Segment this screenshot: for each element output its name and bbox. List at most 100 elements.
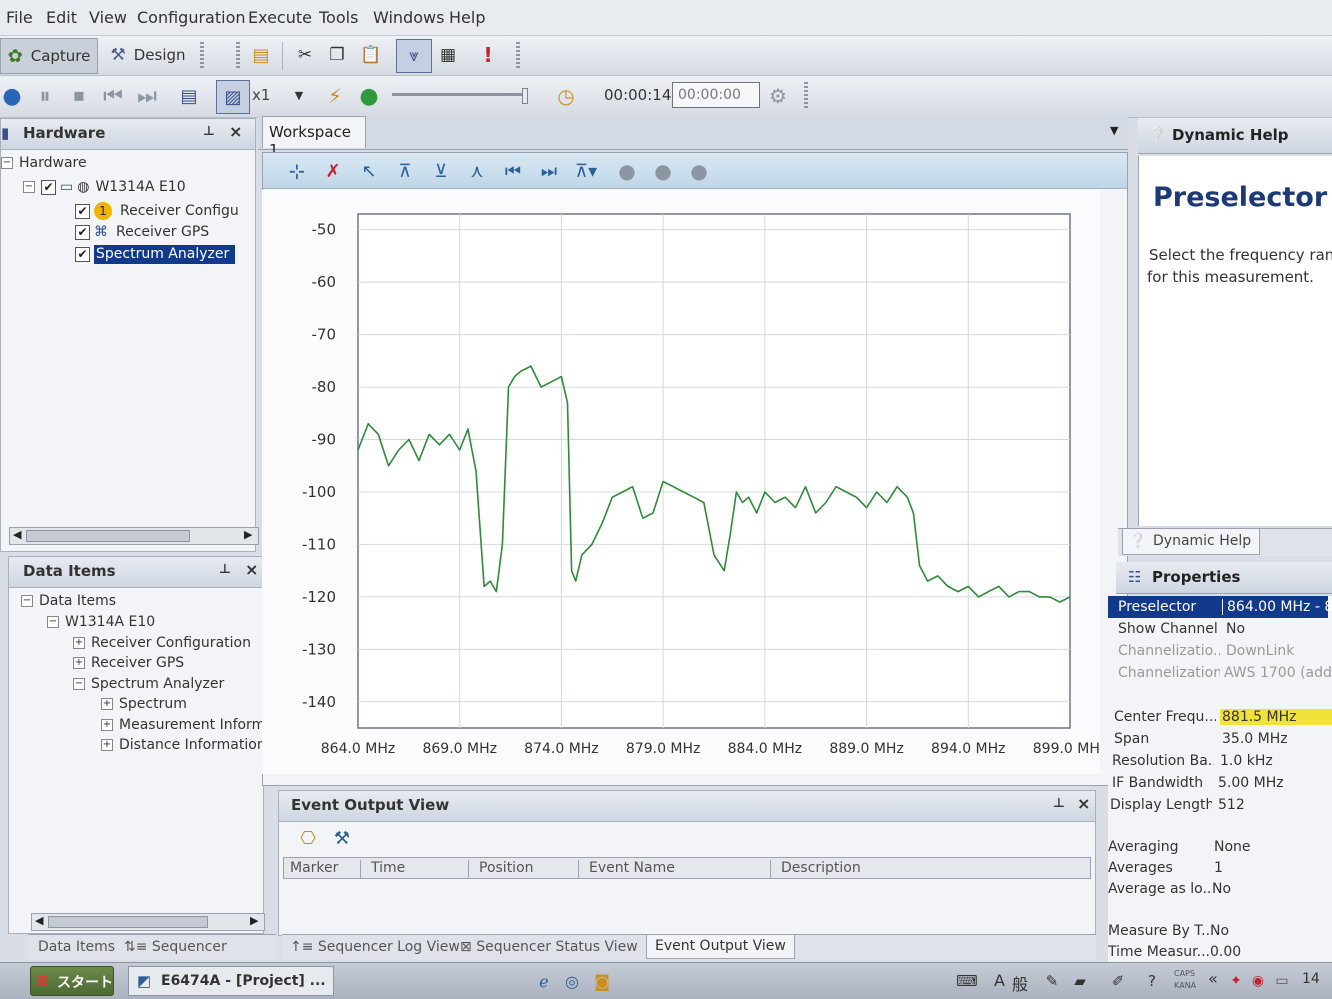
log-icon[interactable]: ▤ (176, 82, 202, 110)
close-icon[interactable]: × (229, 122, 242, 141)
property-center-frequency[interactable]: Center Frequ... 881.5 MHz (1108, 706, 1332, 728)
marker-peak-icon[interactable]: ⋏ (463, 157, 491, 185)
property-resolution-bandwidth[interactable]: Resolution Ba... 1.0 kHz (1108, 750, 1328, 772)
lightning-icon[interactable]: ⚡ (322, 82, 348, 110)
copy-icon[interactable]: ❐ (324, 40, 350, 70)
tree-root-data-items[interactable]: − Data Items (21, 593, 116, 609)
tab-data-items[interactable]: Data Items (38, 939, 115, 955)
pin-icon[interactable]: ⊥ (203, 124, 215, 139)
scroll-left-icon[interactable]: ◀ (35, 914, 43, 927)
menu-file[interactable]: File (6, 8, 33, 27)
menu-configuration[interactable]: Configuration (137, 8, 246, 27)
expand-icon[interactable]: + (101, 739, 113, 751)
tree-root-hardware[interactable]: − Hardware (1, 155, 87, 171)
tree-item-receiver-gps[interactable]: ✔ ⌘ Receiver GPS (75, 224, 209, 240)
horizontal-scrollbar[interactable]: ◀ ▶ (31, 913, 265, 931)
marker-select-icon[interactable]: ↖ (355, 157, 383, 185)
design-button[interactable]: ⚒ Design (100, 38, 196, 72)
spectrum-view-icon[interactable]: ⩔ (396, 39, 432, 73)
property-show-channel[interactable]: Show Channel No (1108, 618, 1328, 640)
ie-icon[interactable]: ℯ (532, 967, 556, 995)
collapse-icon[interactable]: − (47, 616, 59, 628)
property-preselector[interactable]: Preselector 864.00 MHz - 8 (1108, 596, 1332, 618)
ime-pad-icon[interactable]: ▰ (1068, 967, 1092, 995)
tree-item-spectrum-analyzer[interactable]: − Spectrum Analyzer (73, 676, 224, 692)
keyboard-icon[interactable]: ⌨ (954, 967, 980, 995)
next-left-icon[interactable]: ⏮ (499, 157, 527, 185)
step-back-icon[interactable]: ⏮ (100, 82, 126, 110)
property-measure-by-time[interactable]: Measure By T... No (1108, 920, 1328, 942)
tree-device[interactable]: − W1314A E10 (47, 614, 155, 630)
property-channelization-type[interactable]: Channelizatio... DownLink (1108, 640, 1328, 662)
tab-event-output[interactable]: Event Output View (646, 935, 795, 959)
toolbar-grip[interactable] (804, 82, 808, 110)
expand-icon[interactable]: + (101, 719, 113, 731)
menu-tools[interactable]: Tools (319, 8, 358, 27)
new-document-icon[interactable]: ▤ (248, 40, 274, 70)
column-marker[interactable]: Marker (290, 860, 338, 876)
column-description[interactable]: Description (770, 860, 861, 878)
expand-icon[interactable]: + (73, 637, 85, 649)
stop-icon[interactable]: ⏹ (66, 82, 92, 110)
property-if-bandwidth[interactable]: IF Bandwidth 5.00 MHz (1108, 772, 1328, 794)
menu-help[interactable]: Help (449, 8, 485, 27)
scrollbar-thumb[interactable] (48, 916, 208, 928)
step-forward-icon[interactable]: ⏭ (134, 82, 160, 110)
start-button[interactable]: ⊞ スタート (30, 966, 114, 996)
tree-item-receiver-gps[interactable]: + Receiver GPS (73, 655, 184, 671)
menu-windows[interactable]: Windows (373, 8, 444, 27)
tree-item-receiver-config[interactable]: ✔ 1 Receiver Configu (75, 202, 239, 220)
tree-item-spectrum-analyzer[interactable]: ✔ Spectrum Analyzer (75, 245, 236, 264)
column-event-name[interactable]: Event Name (578, 860, 675, 878)
scroll-right-icon[interactable]: ▶ (244, 528, 252, 541)
property-span[interactable]: Span 35.0 MHz (1108, 728, 1328, 750)
event-filter-icon[interactable]: ⎔ (295, 825, 321, 851)
clock-icon[interactable]: ◷ (552, 82, 580, 110)
cut-icon[interactable]: ✂ (292, 40, 318, 70)
toolbar-grip[interactable] (516, 42, 520, 70)
column-time[interactable]: Time (360, 860, 405, 878)
tree-item-measurement-info[interactable]: + Measurement Inform (101, 717, 265, 733)
playback-slider[interactable] (392, 88, 532, 104)
ime-mode[interactable]: 般 (1012, 971, 1028, 995)
speed-dropdown-icon[interactable]: ▼ (290, 84, 308, 106)
tab-sequencer-log[interactable]: ↑≡ Sequencer Log View (290, 939, 460, 955)
media-icon[interactable]: ◙ (590, 967, 614, 995)
settings-gear-icon[interactable]: ⚙ (764, 82, 792, 110)
alert-icon[interactable]: ! (476, 40, 500, 70)
capture-button[interactable]: ✿ Capture (0, 38, 98, 74)
time-input[interactable]: 00:00:00 (672, 82, 760, 108)
collapse-icon[interactable]: − (21, 595, 33, 607)
pause-trace-icon[interactable]: ● (649, 157, 677, 185)
property-averages[interactable]: Averages 1 (1108, 857, 1328, 879)
ime-tool-icon[interactable]: ✎ (1040, 967, 1064, 995)
stop-trace-icon[interactable]: ● (613, 157, 641, 185)
min-search-icon[interactable]: ⊻ (427, 157, 455, 185)
scroll-left-icon[interactable]: ◀ (13, 528, 21, 541)
pin-icon[interactable]: ⊥ (1053, 796, 1065, 811)
paste-icon[interactable]: 📋 (358, 40, 384, 70)
expand-icon[interactable]: + (73, 657, 85, 669)
toolbar-grip[interactable] (200, 42, 204, 70)
tab-sequencer[interactable]: ⇅≡ Sequencer (124, 939, 227, 955)
pause-icon[interactable]: ⏸ (32, 82, 58, 110)
scrollbar-thumb[interactable] (26, 530, 190, 542)
event-settings-icon[interactable]: ⚒ (329, 825, 355, 851)
record-chart-icon[interactable]: ▨ (216, 80, 250, 114)
checkbox[interactable]: ✔ (75, 224, 90, 240)
property-time-measurement[interactable]: Time Measur... 0.00 (1108, 941, 1328, 963)
tree-item-distance-info[interactable]: + Distance Information (101, 737, 266, 753)
security-icon[interactable]: ◉ (1248, 967, 1268, 995)
close-icon[interactable]: × (245, 560, 258, 579)
collapse-icon[interactable]: − (1, 157, 13, 169)
collapse-icon[interactable]: − (73, 678, 85, 690)
spectrum-chart[interactable]: -50 -60 -70 -80 -90 -100 -110 -120 -130 -140 864.0… (262, 190, 1107, 774)
next-right-icon[interactable]: ⏭ (535, 157, 563, 185)
peak-search-icon[interactable]: ⊼ (391, 157, 419, 185)
tab-workspace-1[interactable]: Workspace 1 (262, 116, 366, 159)
help-icon[interactable]: ? (1140, 967, 1164, 995)
property-averaging[interactable]: Averaging None (1108, 836, 1328, 858)
taskbar-window-button[interactable]: ◩ E6474A - [Project] ... (128, 966, 334, 996)
menu-execute[interactable]: Execute (248, 8, 312, 27)
menu-view[interactable]: View (89, 8, 127, 27)
